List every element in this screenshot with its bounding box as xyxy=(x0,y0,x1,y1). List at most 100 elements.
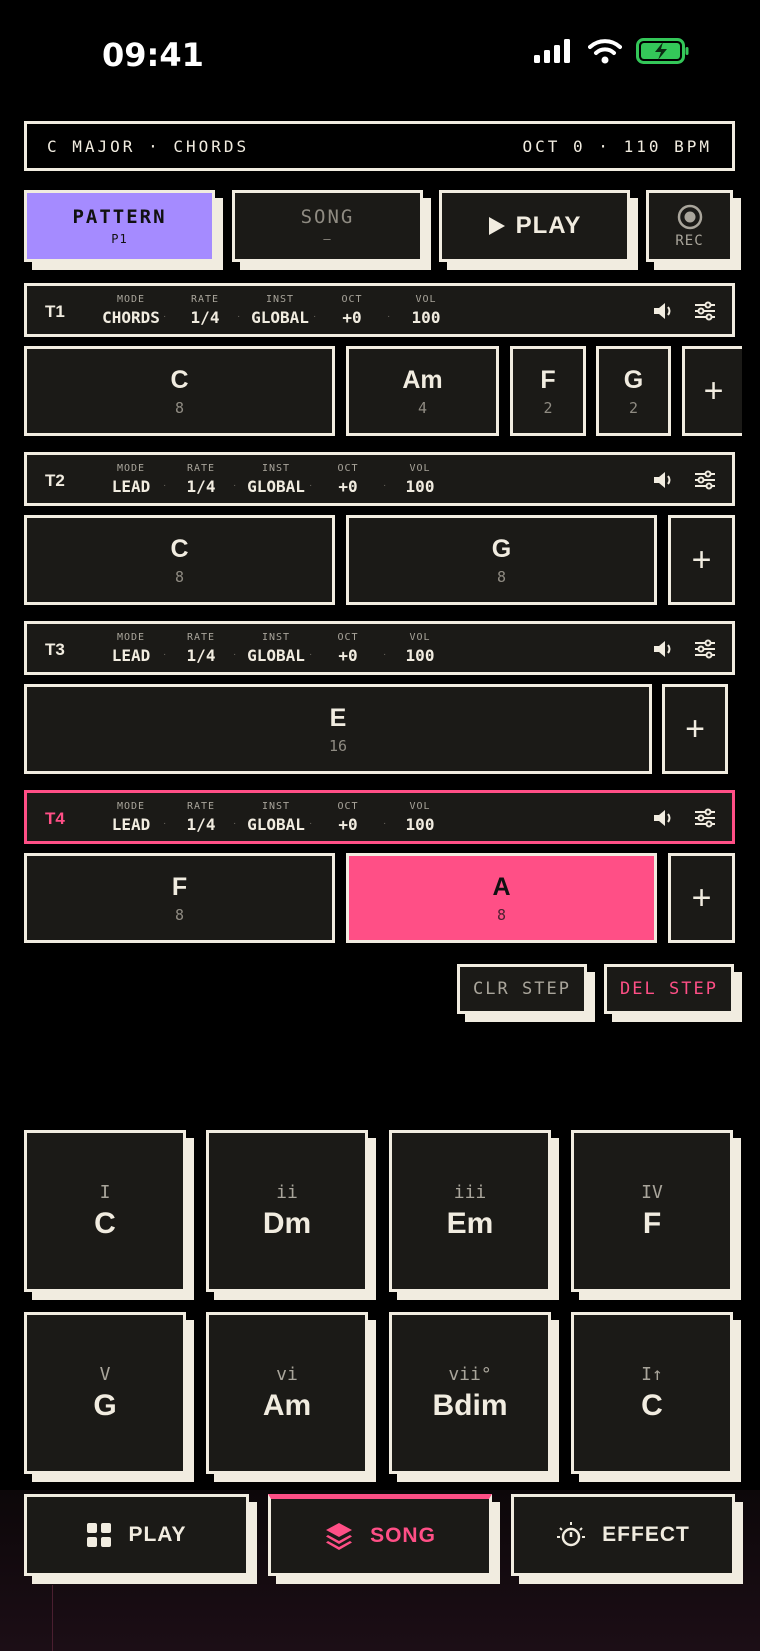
nav-play-button[interactable]: PLAY xyxy=(24,1494,249,1576)
step-block[interactable]: C8 xyxy=(24,346,335,436)
step-chord: E xyxy=(329,703,347,732)
param-label: OCT xyxy=(337,463,359,474)
param-inst[interactable]: INST GLOBAL xyxy=(245,632,307,665)
param-mode[interactable]: MODE CHORDS xyxy=(101,294,161,327)
param-value: 100 xyxy=(411,308,441,327)
param-vol[interactable]: VOL 100 xyxy=(395,463,445,496)
param-vol[interactable]: VOL 100 xyxy=(395,801,445,834)
speaker-icon[interactable] xyxy=(652,469,674,491)
param-value: 100 xyxy=(405,815,435,834)
param-oct[interactable]: OCT +0 xyxy=(323,463,373,496)
sliders-icon[interactable] xyxy=(694,638,716,660)
sliders-icon[interactable] xyxy=(694,469,716,491)
param-value: LEAD xyxy=(111,477,151,496)
add-step-button[interactable]: + xyxy=(668,853,735,943)
param-label: VOL xyxy=(409,801,431,812)
track-header-t3[interactable]: T3 MODE LEAD · RATE 1/4 · INST GLOBAL · OCT… xyxy=(24,621,735,675)
step-block[interactable]: G2 xyxy=(596,346,671,436)
param-value: CHORDS xyxy=(102,308,160,327)
wifi-icon xyxy=(588,39,622,64)
chord-pad[interactable]: ii Dm xyxy=(206,1130,368,1292)
step-block[interactable]: G8 xyxy=(346,515,657,605)
param-rate[interactable]: RATE 1/4 xyxy=(177,801,225,834)
song-mode-button[interactable]: SONG — xyxy=(232,190,423,262)
play-button[interactable]: PLAY xyxy=(439,190,630,262)
param-value: +0 xyxy=(338,815,358,834)
param-mode[interactable]: MODE LEAD xyxy=(101,632,161,665)
param-inst[interactable]: INST GLOBAL xyxy=(249,294,311,327)
separator-dot: · xyxy=(309,480,313,491)
param-label: MODE xyxy=(116,801,146,812)
param-vol[interactable]: VOL 100 xyxy=(401,294,451,327)
pad-chord: G xyxy=(93,1388,117,1422)
add-step-button[interactable]: + xyxy=(668,515,735,605)
speaker-icon[interactable] xyxy=(652,807,674,829)
plus-icon: + xyxy=(685,709,705,748)
chord-pad[interactable]: I↑ C xyxy=(571,1312,733,1474)
nav-song-button[interactable]: SONG xyxy=(268,1494,492,1576)
param-value: GLOBAL xyxy=(247,646,305,665)
param-label: RATE xyxy=(186,632,216,643)
sliders-icon[interactable] xyxy=(694,300,716,322)
step-block-selected[interactable]: A8 xyxy=(346,853,657,943)
param-label: MODE xyxy=(116,463,146,474)
rec-label: REC xyxy=(675,232,704,249)
pattern-button[interactable]: PATTERN P1 xyxy=(24,190,215,262)
delete-step-button[interactable]: DEL STEP xyxy=(604,964,734,1014)
param-inst[interactable]: INST GLOBAL xyxy=(245,801,307,834)
step-length: 16 xyxy=(328,736,348,755)
track-header-t4[interactable]: T4 MODE LEAD · RATE 1/4 · INST GLOBAL · OCT… xyxy=(24,790,735,844)
param-oct[interactable]: OCT +0 xyxy=(327,294,377,327)
param-inst[interactable]: INST GLOBAL xyxy=(245,463,307,496)
step-length: 8 xyxy=(174,398,185,417)
chord-pad[interactable]: VG xyxy=(24,1312,186,1474)
record-icon xyxy=(677,204,702,229)
step-length: 8 xyxy=(174,567,185,586)
track-id: T3 xyxy=(45,640,65,659)
step-block[interactable]: F8 xyxy=(24,853,335,943)
param-rate[interactable]: RATE 1/4 xyxy=(177,632,225,665)
step-block[interactable]: E 16 xyxy=(24,684,652,774)
param-mode[interactable]: MODE LEAD xyxy=(101,801,161,834)
param-label: MODE xyxy=(116,294,146,305)
param-oct[interactable]: OCT +0 xyxy=(323,632,373,665)
sliders-icon[interactable] xyxy=(694,807,716,829)
track-header-t2[interactable]: T2 MODE LEAD · RATE 1/4 · INST GLOBAL · OCT… xyxy=(24,452,735,506)
separator-dot: · xyxy=(387,311,391,322)
param-rate[interactable]: RATE 1/4 xyxy=(177,463,225,496)
step-length: 8 xyxy=(496,567,507,586)
param-label: VOL xyxy=(415,294,437,305)
pad-chord: Dm xyxy=(262,1206,312,1240)
step-length: 4 xyxy=(417,398,428,417)
param-label: RATE xyxy=(186,801,216,812)
nav-effect-button[interactable]: EFFECT xyxy=(511,1494,735,1576)
speaker-icon[interactable] xyxy=(652,638,674,660)
step-block[interactable]: F2 xyxy=(510,346,586,436)
param-vol[interactable]: VOL 100 xyxy=(395,632,445,665)
add-step-button[interactable]: + xyxy=(682,346,742,436)
step-block[interactable]: C8 xyxy=(24,515,335,605)
speaker-icon[interactable] xyxy=(652,300,674,322)
separator-dot: · xyxy=(309,818,313,829)
rec-button[interactable]: REC xyxy=(646,190,733,262)
signal-icon xyxy=(534,39,570,63)
status-icons xyxy=(534,38,690,64)
chord-pad[interactable]: iii Em xyxy=(389,1130,551,1292)
separator-dot: · xyxy=(237,311,241,322)
step-chord: C xyxy=(170,534,189,563)
chord-pad[interactable]: vii° Bdim xyxy=(389,1312,551,1474)
clear-step-button[interactable]: CLR STEP xyxy=(457,964,587,1014)
param-mode[interactable]: MODE LEAD xyxy=(101,463,161,496)
octave-bpm-label: OCT 0 · 110 BPM xyxy=(522,136,712,156)
step-chord: F xyxy=(171,872,188,901)
step-block[interactable]: Am 4 xyxy=(346,346,499,436)
chord-pad[interactable]: IV F xyxy=(571,1130,733,1292)
param-rate[interactable]: RATE 1/4 xyxy=(181,294,229,327)
add-step-button[interactable]: + xyxy=(662,684,728,774)
param-oct[interactable]: OCT +0 xyxy=(323,801,373,834)
track-header-t1[interactable]: T1 MODE CHORDS · RATE 1/4 · INST GLOBAL · O… xyxy=(24,283,735,337)
chord-pad[interactable]: vi Am xyxy=(206,1312,368,1474)
separator-dot: · xyxy=(163,480,167,491)
chord-pad[interactable]: IC xyxy=(24,1130,186,1292)
pad-chord: F xyxy=(642,1206,662,1240)
